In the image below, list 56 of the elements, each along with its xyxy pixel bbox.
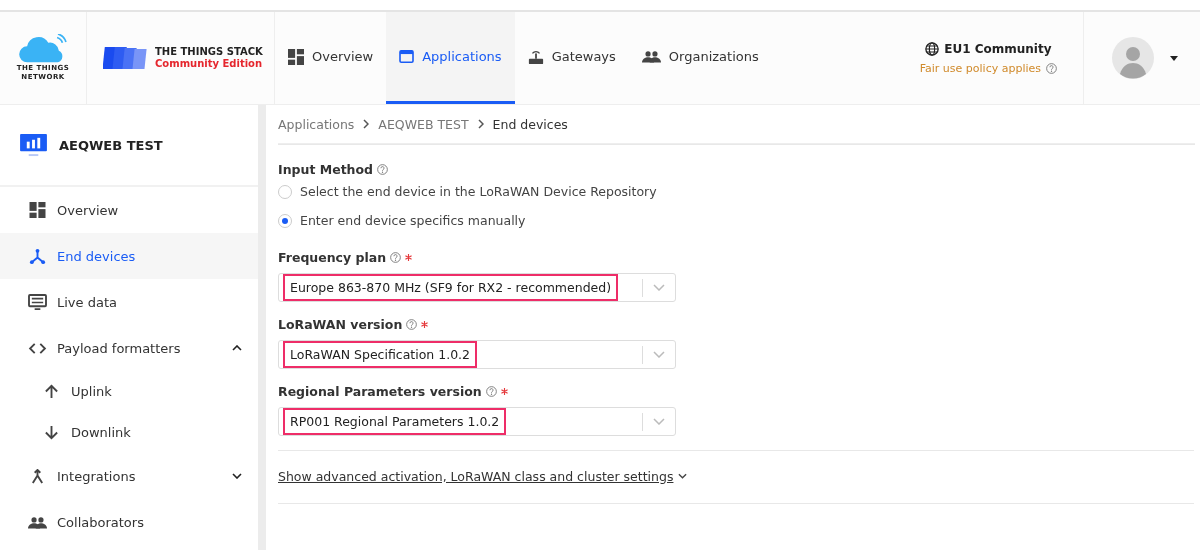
chevron-right-icon bbox=[477, 119, 484, 129]
field-label: Regional Parameters version bbox=[278, 383, 482, 399]
nav-tab[interactable]: Applications bbox=[386, 12, 515, 104]
app-chart-icon bbox=[20, 133, 47, 157]
caret-icon[interactable] bbox=[1170, 55, 1178, 61]
help-icon bbox=[1046, 62, 1057, 74]
sidebar-item[interactable]: Overview bbox=[0, 187, 258, 233]
people-icon bbox=[28, 515, 47, 529]
help-icon bbox=[406, 318, 418, 330]
field-label: Frequency plan bbox=[278, 249, 387, 265]
code-icon bbox=[28, 341, 47, 355]
monitor-icon bbox=[28, 293, 47, 311]
avatar[interactable] bbox=[1112, 37, 1154, 79]
select-field[interactable]: LoRaWAN Specification 1.0.2 bbox=[278, 340, 676, 369]
sidebar-subitem[interactable]: Uplink bbox=[0, 371, 258, 412]
radio-label[interactable]: Select the end device in the LoRaWAN Device Repository bbox=[300, 184, 657, 199]
window-icon bbox=[399, 50, 415, 63]
product-edition: Community Edition bbox=[155, 58, 263, 70]
sidebar-item[interactable]: Live data bbox=[0, 279, 258, 325]
fair-use-note: Fair use policy applies bbox=[919, 61, 1041, 75]
stacked-cards-icon bbox=[103, 45, 147, 71]
globe-icon bbox=[925, 41, 940, 56]
select-field[interactable]: RP001 Regional Parameters 1.0.2 bbox=[278, 407, 676, 436]
help-icon bbox=[390, 251, 402, 263]
breadcrumb[interactable]: Applications bbox=[278, 116, 355, 132]
nav-tab[interactable]: Organizations bbox=[628, 12, 772, 104]
breadcrumb[interactable]: AEQWEB TEST bbox=[378, 116, 469, 132]
router-icon bbox=[527, 48, 544, 65]
cluster-name: EU1 Community bbox=[944, 41, 1052, 56]
network-icon bbox=[28, 247, 47, 265]
chevron-down-icon bbox=[653, 418, 665, 425]
sidebar-item[interactable]: Payload formatters bbox=[0, 325, 258, 371]
select-field[interactable]: Europe 863-870 MHz (SF9 for RX2 - recommended) bbox=[278, 273, 676, 302]
sidebar-item[interactable]: Collaborators bbox=[0, 499, 258, 545]
application-name: AEQWEB TEST bbox=[59, 137, 163, 153]
field-label: LoRaWAN version bbox=[278, 316, 403, 332]
nav-tab[interactable]: Gateways bbox=[514, 12, 629, 104]
dashboard-icon bbox=[28, 202, 47, 218]
chevron-down-icon bbox=[653, 284, 665, 291]
advanced-settings-link[interactable]: Show advanced activation, LoRaWAN class and cluster settings bbox=[278, 468, 674, 484]
chevron-down-icon bbox=[653, 351, 665, 358]
sidebar-subitem[interactable]: Downlink bbox=[0, 412, 258, 453]
dashboard-icon bbox=[288, 48, 304, 65]
chevron-down-icon bbox=[678, 473, 688, 479]
sidebar-item[interactable]: Integrations bbox=[0, 453, 258, 499]
chevron-right-icon bbox=[363, 119, 370, 129]
cloud-icon bbox=[18, 34, 68, 64]
breadcrumb: End devices bbox=[492, 116, 568, 132]
radio-label[interactable]: Enter end device specifics manually bbox=[300, 213, 526, 228]
help-icon bbox=[485, 385, 497, 397]
product-name: THE THINGS STACK bbox=[155, 46, 263, 58]
sidebar-item[interactable]: End devices bbox=[0, 233, 258, 279]
field-label: Input Method bbox=[278, 161, 374, 177]
people-icon bbox=[641, 50, 661, 63]
help-icon bbox=[377, 163, 389, 175]
nav-tab[interactable]: Overview bbox=[275, 12, 387, 104]
